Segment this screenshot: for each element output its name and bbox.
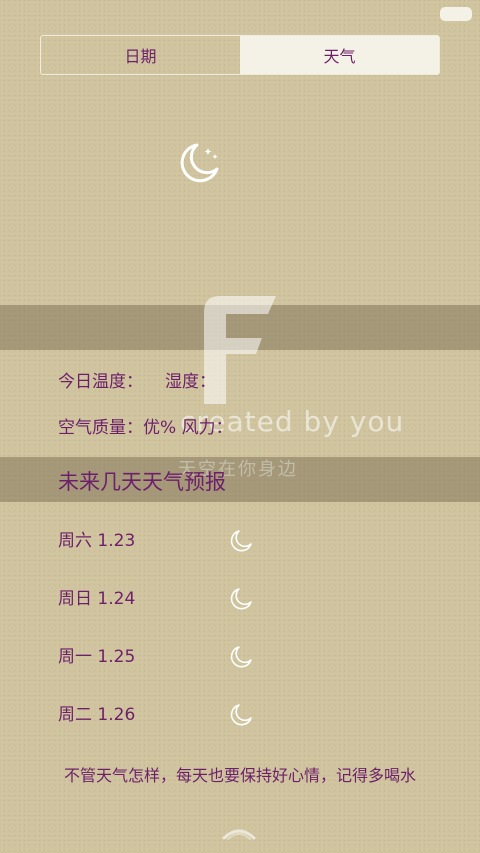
air-wind-row: 空气质量：优% 风力：: [58, 413, 233, 438]
tab-date[interactable]: 日期: [41, 36, 240, 74]
forecast-row: 周一 1.25: [0, 632, 480, 690]
forecast-date: 周一 1.25: [58, 647, 136, 667]
forecast-row: 周日 1.24: [0, 574, 480, 632]
tab-weather[interactable]: 天气: [240, 36, 439, 74]
tab-bar: 日期 天气: [40, 35, 440, 75]
forecast-date: 周六 1.23: [58, 531, 136, 551]
humidity-label: 湿度：: [165, 372, 216, 392]
temperature-humidity-row: 今日温度： 湿度：: [58, 367, 216, 392]
forecast-title: 未来几天天气预报: [58, 470, 226, 494]
battery-icon: [440, 7, 472, 21]
forecast-date: 周二 1.26: [58, 705, 136, 725]
moon-icon: [230, 646, 252, 668]
forecast-row: 周二 1.26: [0, 690, 480, 748]
forecast-list: 周六 1.23 周日 1.24 周一 1.25 周二 1.26: [0, 516, 480, 748]
moon-stars-icon: [180, 143, 219, 183]
pull-up-handle-icon[interactable]: [222, 826, 256, 840]
moon-icon: [230, 588, 252, 610]
moon-icon: [230, 530, 252, 552]
wind-label: 风力：: [181, 418, 233, 438]
footer-tip: 不管天气怎样，每天也要保持好心情，记得多喝水: [63, 766, 416, 785]
air-quality-value: 优%: [143, 418, 177, 438]
air-quality-label: 空气质量：: [58, 418, 143, 438]
forecast-row: 周六 1.23: [0, 516, 480, 574]
forecast-date: 周日 1.24: [58, 589, 136, 609]
temperature-label: 今日温度：: [58, 372, 143, 392]
moon-icon: [230, 704, 252, 726]
